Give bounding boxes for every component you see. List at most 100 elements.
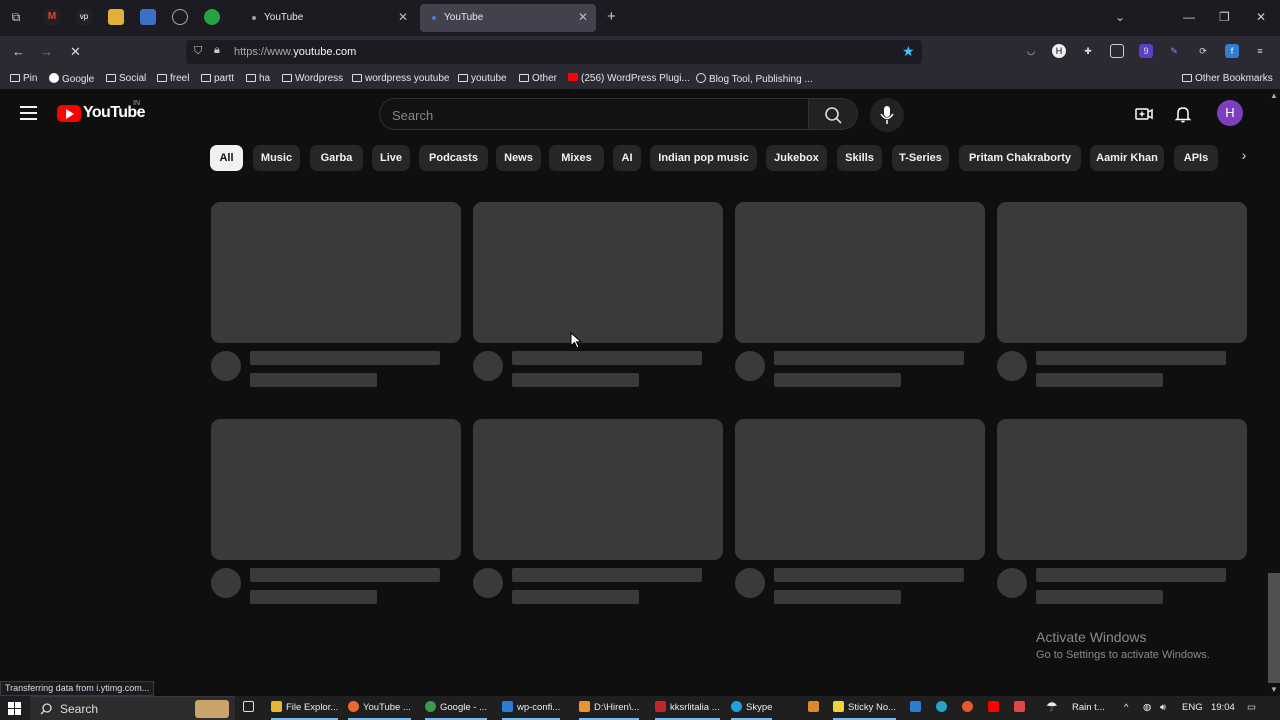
chip-podcasts[interactable]: Podcasts bbox=[419, 145, 488, 171]
chip-pritam-chakraborty[interactable]: Pritam Chakraborty bbox=[959, 145, 1081, 171]
bookmark-folder-ha[interactable]: ha bbox=[246, 73, 270, 84]
chip-t-series[interactable]: T-Series bbox=[892, 145, 949, 171]
notifications-button[interactable] bbox=[1173, 104, 1193, 124]
bookmark-folder-freel[interactable]: freel bbox=[157, 73, 189, 84]
pocket-icon[interactable]: ◡ bbox=[1024, 44, 1038, 58]
chip-ai[interactable]: AI bbox=[613, 145, 641, 171]
bookmark-folder-wordpress-youtube[interactable]: wordpress youtube bbox=[352, 73, 450, 84]
taskbar-app-file-explorer[interactable]: File Explor... bbox=[271, 696, 339, 720]
gmail-pinned-tab-icon[interactable]: M bbox=[44, 9, 60, 25]
chip-apis[interactable]: APIs bbox=[1174, 145, 1218, 171]
bookmark-folder-other[interactable]: Other bbox=[519, 73, 557, 84]
bookmark-wordpress-plugin[interactable]: (256) WordPress Plugi... bbox=[568, 73, 690, 84]
address-bar[interactable]: ⛉ 🔒︎ https://www.youtube.com ★ bbox=[186, 40, 922, 64]
forward-button[interactable]: → bbox=[40, 44, 53, 59]
url-text[interactable]: https://www.youtube.com bbox=[234, 46, 356, 58]
chip-music[interactable]: Music bbox=[253, 145, 300, 171]
taskbar-app-chrome[interactable]: Google - ... bbox=[425, 696, 487, 720]
taskbar-app-sticky-notes[interactable]: Sticky No... bbox=[833, 696, 897, 720]
taskbar-search-box[interactable]: Search bbox=[30, 696, 235, 720]
chip-jukebox[interactable]: Jukebox bbox=[766, 145, 827, 171]
taskbar-app-sublime[interactable]: D:\Hiren\... bbox=[579, 696, 640, 720]
taskbar-app-pinned[interactable] bbox=[808, 696, 823, 720]
extensions-puzzle-icon[interactable]: ✚ bbox=[1081, 44, 1095, 58]
scroll-up-icon[interactable]: ▲ bbox=[1270, 91, 1278, 100]
tab-youtube-1[interactable]: YouTube ✕ bbox=[240, 4, 416, 32]
screenshot-icon[interactable] bbox=[1110, 44, 1124, 58]
thumbnail-placeholder[interactable] bbox=[735, 419, 985, 560]
network-icon[interactable]: ◍ bbox=[1143, 702, 1151, 713]
tab-youtube-2-active[interactable]: YouTube ✕ bbox=[420, 4, 596, 32]
account-avatar[interactable]: H bbox=[1217, 100, 1243, 126]
weather-rain-icon[interactable]: ☂ bbox=[1046, 699, 1058, 715]
guide-menu-icon[interactable] bbox=[20, 106, 37, 120]
badge-extension-icon[interactable]: 9 bbox=[1139, 44, 1153, 58]
thumbnail-placeholder[interactable] bbox=[211, 419, 461, 560]
openai-pinned-tab-icon[interactable] bbox=[172, 9, 188, 25]
language-indicator[interactable]: ENG bbox=[1182, 702, 1203, 713]
thumbnail-placeholder[interactable] bbox=[211, 202, 461, 343]
restore-button[interactable]: ❐ bbox=[1219, 10, 1230, 24]
bookmark-other-bookmarks[interactable]: Other Bookmarks bbox=[1182, 73, 1273, 84]
minimize-button[interactable]: — bbox=[1183, 10, 1195, 24]
thumbnail-placeholder[interactable] bbox=[997, 202, 1247, 343]
chevron-right-icon[interactable]: › bbox=[1234, 147, 1254, 167]
taskbar-app-skype[interactable]: Skype bbox=[731, 696, 773, 720]
stop-loading-button[interactable]: ✕ bbox=[70, 44, 81, 60]
voice-search-button[interactable] bbox=[870, 98, 904, 132]
search-button[interactable] bbox=[809, 98, 858, 130]
h-extension-icon[interactable]: H bbox=[1052, 44, 1066, 58]
chip-skills[interactable]: Skills bbox=[837, 145, 882, 171]
vp-pinned-tab-icon[interactable]: vp bbox=[76, 9, 92, 25]
taskbar-app-store[interactable] bbox=[910, 696, 925, 720]
taskbar-app-compass[interactable] bbox=[962, 696, 977, 720]
thumbnail-placeholder[interactable] bbox=[735, 202, 985, 343]
task-view-icon[interactable] bbox=[243, 696, 258, 720]
chip-all[interactable]: All bbox=[210, 145, 243, 171]
shield-icon[interactable]: ⛉ bbox=[194, 45, 202, 58]
close-tab-icon[interactable]: ✕ bbox=[398, 10, 408, 24]
sync-icon[interactable]: ⟳ bbox=[1196, 44, 1210, 58]
bookmark-blog-tool[interactable]: Blog Tool, Publishing ... bbox=[696, 73, 813, 85]
taskbar-app-recorder[interactable] bbox=[1014, 696, 1029, 720]
bookmark-folder-social[interactable]: Social bbox=[106, 73, 146, 84]
chip-indian-pop-music[interactable]: Indian pop music bbox=[650, 145, 757, 171]
weather-text[interactable]: Rain t... bbox=[1072, 702, 1105, 713]
search-box[interactable] bbox=[379, 98, 809, 130]
taskbar-app-vscode[interactable]: wp-confi... bbox=[502, 696, 561, 720]
taskbar-app-firefox[interactable]: YouTube ... bbox=[348, 696, 411, 720]
close-tab-icon[interactable]: ✕ bbox=[578, 10, 588, 24]
list-all-tabs-chevron-icon[interactable]: ⌄ bbox=[1115, 10, 1125, 24]
translate-pinned-tab-icon[interactable] bbox=[140, 9, 156, 25]
thumbnail-placeholder[interactable] bbox=[473, 202, 723, 343]
fi-extension-icon[interactable]: f bbox=[1225, 44, 1239, 58]
bookmark-folder-wordpress[interactable]: Wordpress bbox=[282, 73, 343, 84]
clock-time[interactable]: 19:04 bbox=[1211, 702, 1235, 713]
windows-start-icon[interactable] bbox=[8, 702, 21, 715]
volume-icon[interactable]: 🔊︎ bbox=[1160, 702, 1166, 713]
bookmark-folder-partt[interactable]: partt bbox=[201, 73, 234, 84]
tray-chevron-up-icon[interactable]: ^ bbox=[1124, 702, 1128, 713]
taskbar-app-youtube[interactable] bbox=[988, 696, 1003, 720]
thumbnail-placeholder[interactable] bbox=[473, 419, 723, 560]
close-window-button[interactable]: ✕ bbox=[1256, 10, 1266, 24]
scrollbar-thumb[interactable] bbox=[1268, 573, 1280, 683]
bookmark-star-icon[interactable]: ★ bbox=[902, 43, 915, 60]
feather-extension-icon[interactable]: ✎ bbox=[1167, 44, 1181, 58]
chip-live[interactable]: Live bbox=[372, 145, 410, 171]
search-input[interactable] bbox=[392, 105, 792, 125]
back-button[interactable]: ← bbox=[12, 44, 25, 59]
chip-garba[interactable]: Garba bbox=[310, 145, 363, 171]
new-tab-button[interactable]: + bbox=[607, 8, 616, 25]
menu-hamburger-icon[interactable]: ≡ bbox=[1253, 44, 1267, 58]
notifications-icon[interactable]: ▭ bbox=[1247, 702, 1256, 713]
chip-news[interactable]: News bbox=[496, 145, 541, 171]
bookmark-folder-youtube[interactable]: youtube bbox=[458, 73, 507, 84]
notes-pinned-tab-icon[interactable] bbox=[108, 9, 124, 25]
taskbar-app-edge[interactable] bbox=[936, 696, 951, 720]
taskbar-app-filezilla[interactable]: kksrlitalia ... bbox=[655, 696, 720, 720]
tab-list-icon[interactable]: ⧉ bbox=[8, 9, 24, 25]
scroll-down-icon[interactable]: ▼ bbox=[1270, 685, 1278, 694]
chip-mixes[interactable]: Mixes bbox=[549, 145, 604, 171]
whatsapp-pinned-tab-icon[interactable] bbox=[204, 9, 220, 25]
